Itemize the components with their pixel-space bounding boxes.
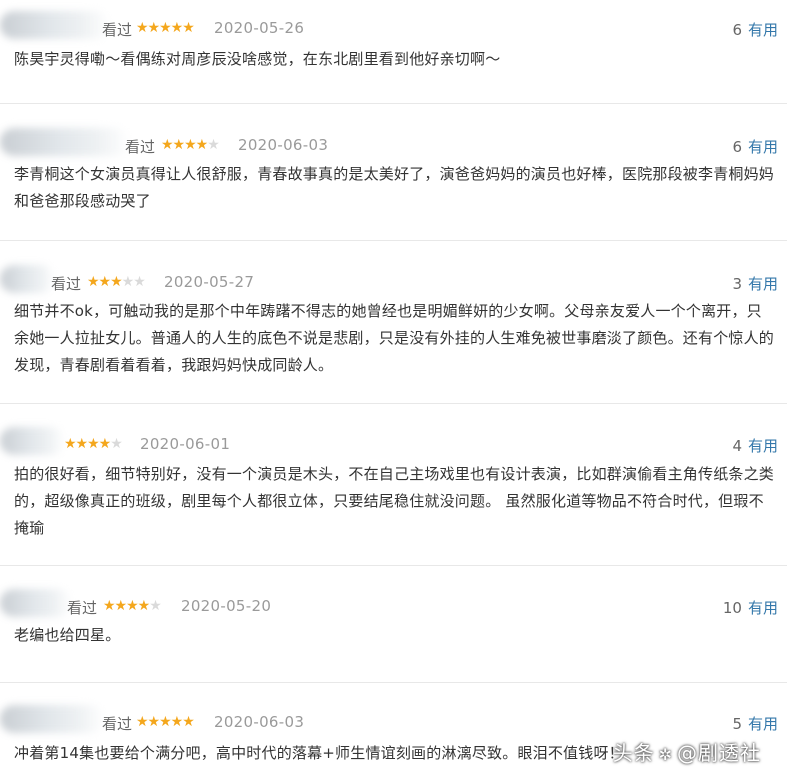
useful-vote[interactable]: 6 有用 — [732, 19, 778, 40]
rating-stars: ★★★★★ — [136, 20, 195, 36]
review-date: 2020-06-03 — [238, 136, 329, 154]
review-date: 2020-05-27 — [164, 273, 255, 291]
useful-button[interactable]: 有用 — [748, 138, 778, 156]
useful-button[interactable]: 有用 — [748, 599, 778, 617]
useful-button[interactable]: 有用 — [748, 715, 778, 733]
review-text: 拍的很好看，细节特别好，没有一个演员是木头，不在自己主场戏里也有设计表演，比如群… — [14, 465, 775, 537]
review-date: 2020-05-26 — [214, 19, 305, 37]
watched-label: 看过 — [102, 715, 133, 733]
watched-label: 看过 — [51, 275, 82, 293]
useful-vote[interactable]: 10 有用 — [723, 597, 778, 618]
useful-vote[interactable]: 5 有用 — [732, 713, 778, 734]
watermark-name: 剧透社 — [698, 741, 761, 765]
gear-icon: ✲ — [658, 745, 673, 764]
divider — [0, 682, 787, 683]
divider — [0, 403, 787, 404]
watched-label: 看过 — [102, 21, 133, 39]
vote-count: 3 — [732, 275, 742, 293]
useful-button[interactable]: 有用 — [748, 275, 778, 293]
review-text: 李青桐这个女演员真得让人很舒服，青春故事真的是太美好了，演爸爸妈妈的演员也好棒，… — [14, 165, 775, 210]
useful-vote[interactable]: 3 有用 — [732, 273, 778, 294]
review-meta: ★★★★★ 2020-06-01 4 有用 — [0, 427, 791, 459]
username-blurred[interactable] — [0, 589, 72, 617]
username-blurred[interactable] — [0, 427, 65, 455]
divider — [0, 103, 787, 104]
useful-button[interactable]: 有用 — [748, 437, 778, 455]
useful-button[interactable]: 有用 — [748, 21, 778, 39]
vote-count: 6 — [732, 21, 742, 39]
review-text: 陈昊宇灵得嘞～看偶练对周彦辰没啥感觉，在东北剧里看到他好亲切啊～ — [14, 50, 501, 68]
vote-count: 5 — [732, 715, 742, 733]
username-blurred[interactable] — [0, 11, 110, 39]
watched-label: 看过 — [125, 138, 156, 156]
rating-stars: ★★★★★ — [64, 436, 123, 452]
review-meta: 看过 ★★★★★ 2020-06-03 5 有用 — [0, 705, 791, 737]
review-date: 2020-06-03 — [214, 713, 305, 731]
watermark-prefix: 头条 — [612, 741, 655, 765]
divider — [0, 565, 787, 566]
rating-stars: ★★★★★ — [136, 714, 195, 730]
review-meta: 看过 ★★★★★ 2020-05-27 3 有用 — [0, 265, 791, 297]
username-blurred[interactable] — [0, 265, 55, 293]
useful-vote[interactable]: 6 有用 — [732, 136, 778, 157]
watermark-at: @ — [677, 741, 698, 765]
review-meta: 看过 ★★★★★ 2020-06-03 6 有用 — [0, 128, 791, 160]
review-text: 老编也给四星。 — [14, 626, 121, 644]
source-watermark: 头条 ✲ @剧透社 — [613, 737, 761, 766]
vote-count: 6 — [732, 138, 742, 156]
watched-label: 看过 — [67, 599, 98, 617]
review-meta: 看过 ★★★★★ 2020-05-26 6 有用 — [0, 11, 791, 43]
vote-count: 10 — [722, 599, 742, 617]
vote-count: 4 — [732, 437, 742, 455]
username-blurred[interactable] — [0, 128, 130, 156]
review-meta: 看过 ★★★★★ 2020-05-20 10 有用 — [0, 589, 791, 621]
rating-stars: ★★★★★ — [161, 137, 220, 153]
useful-vote[interactable]: 4 有用 — [732, 435, 778, 456]
review-date: 2020-05-20 — [181, 597, 272, 615]
rating-stars: ★★★★★ — [87, 274, 146, 290]
username-blurred[interactable] — [0, 705, 105, 733]
review-date: 2020-06-01 — [140, 435, 231, 453]
review-text: 细节并不ok，可触动我的是那个中年踌躇不得志的她曾经也是明媚鲜妍的少女啊。父母亲… — [14, 302, 775, 374]
divider — [0, 240, 787, 241]
rating-stars: ★★★★★ — [103, 598, 162, 614]
